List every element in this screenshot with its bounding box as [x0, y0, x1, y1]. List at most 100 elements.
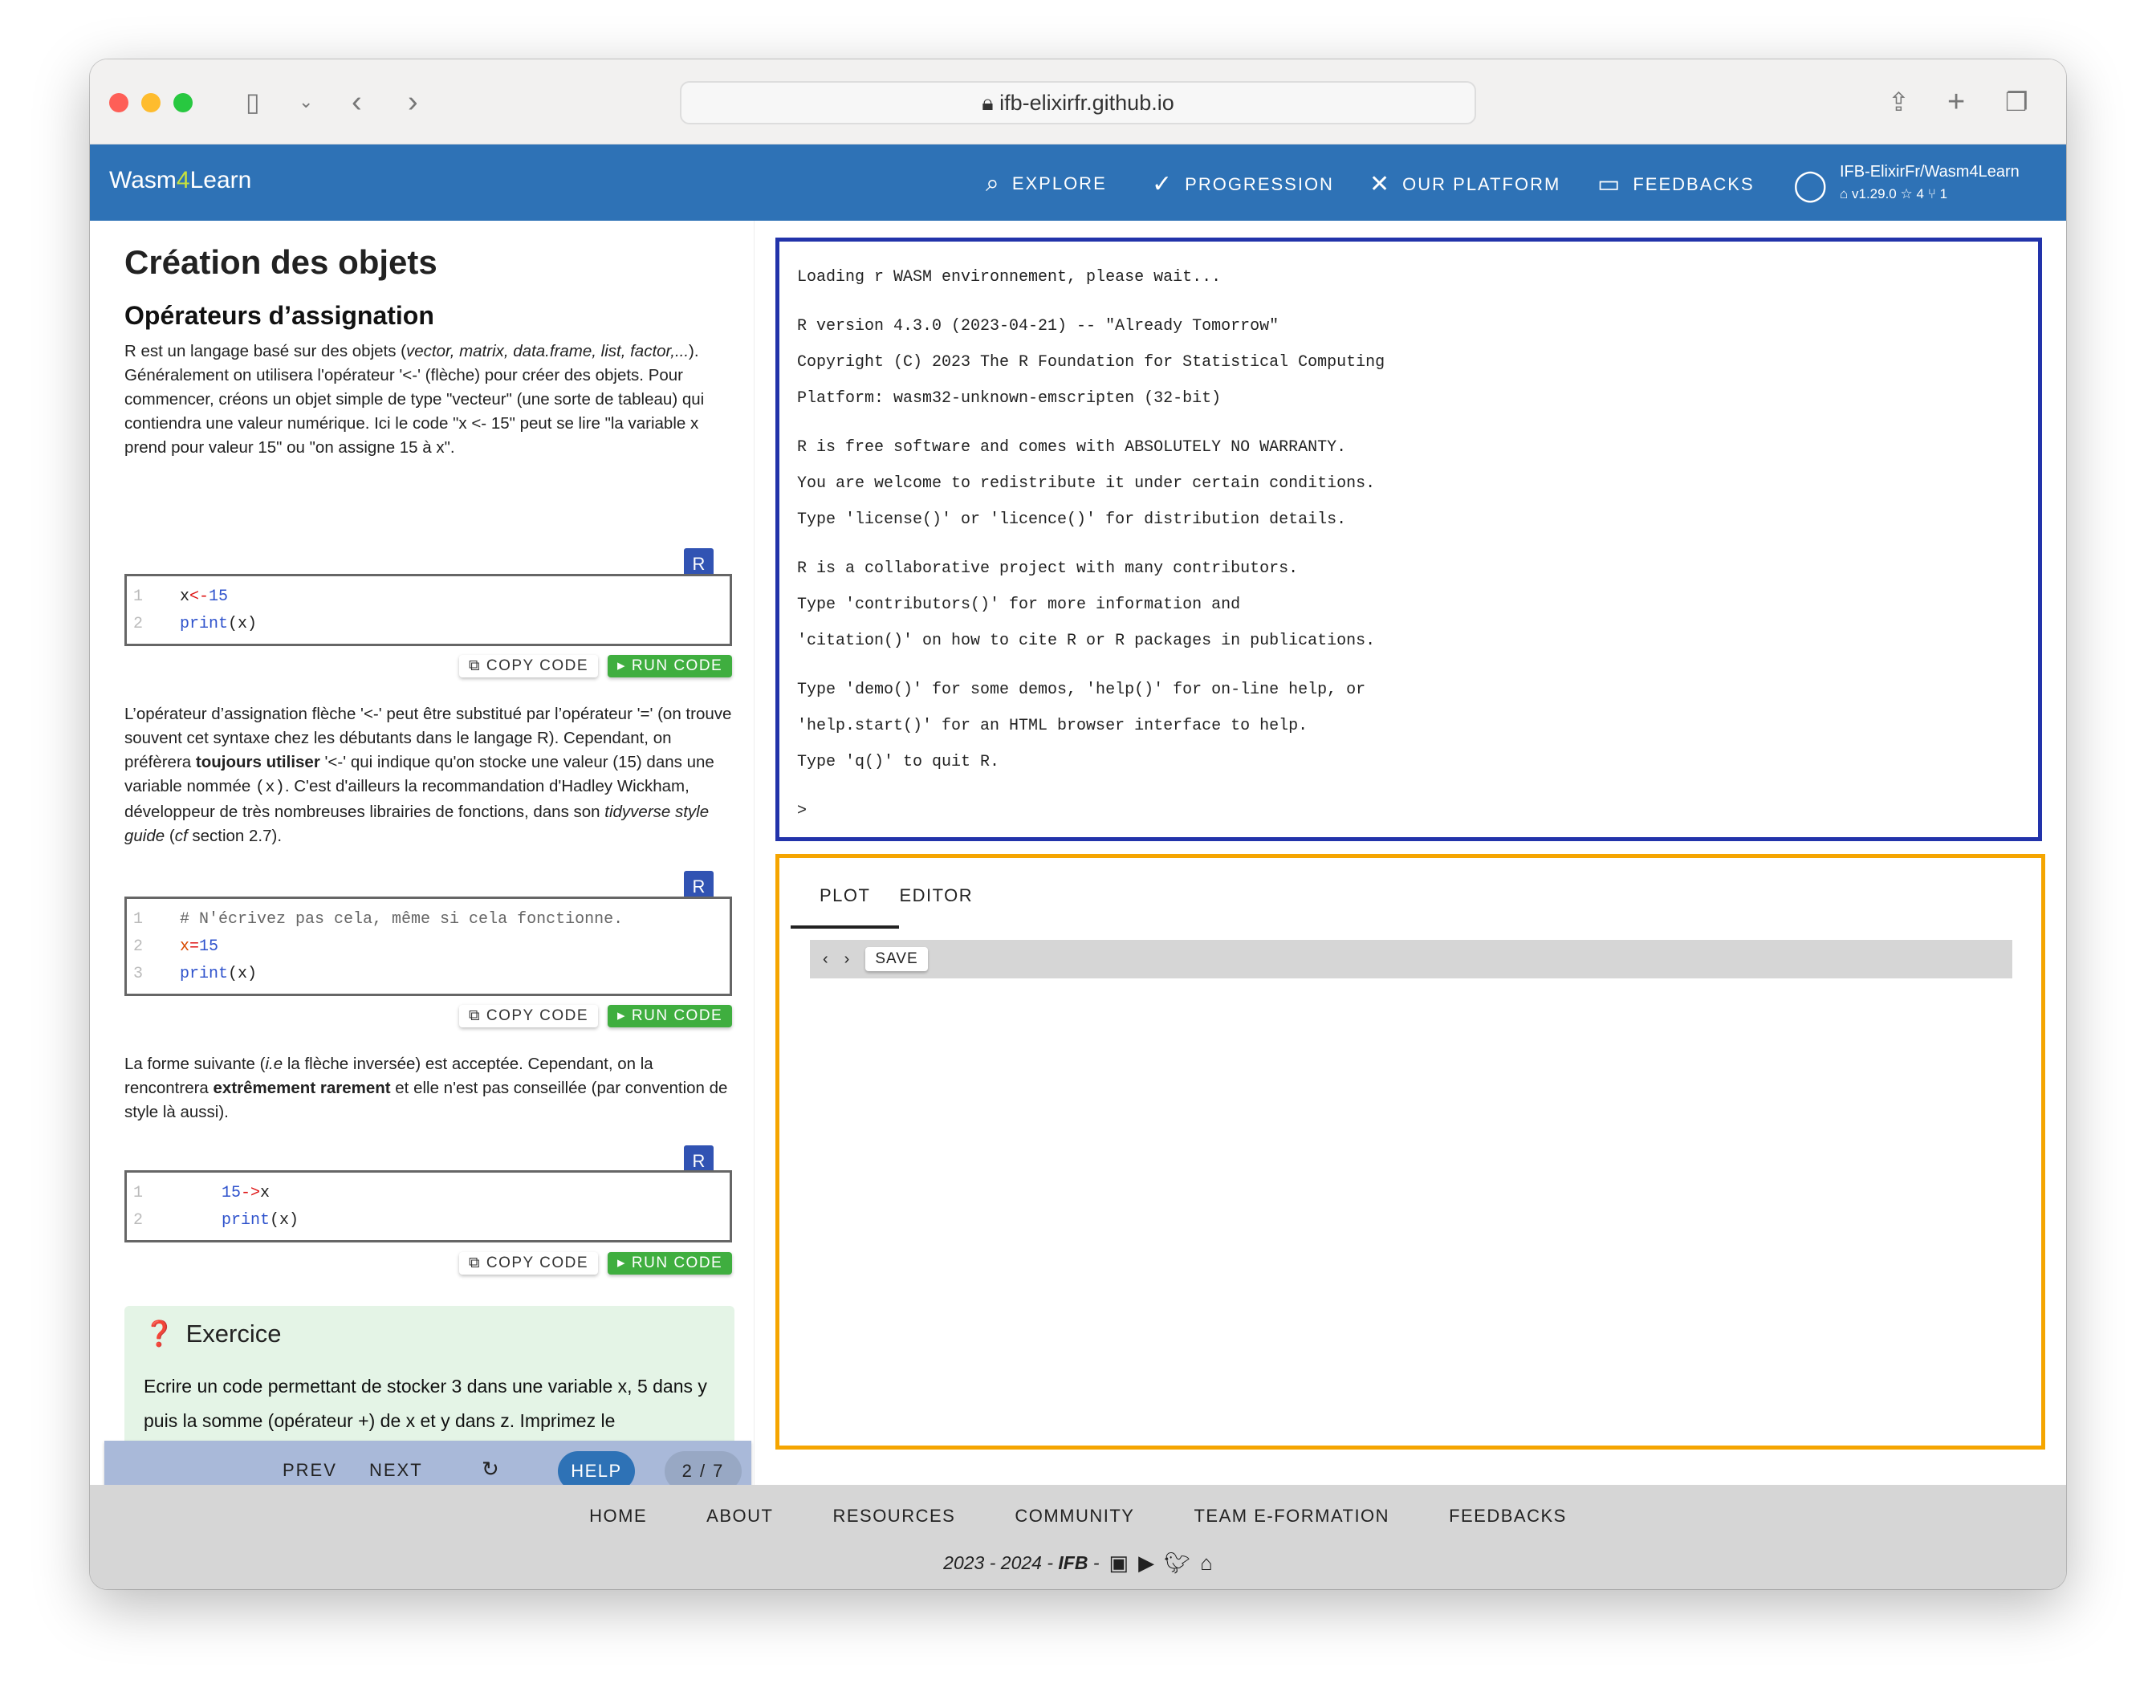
browser-toolbar: ▯ ⌄ ‹ › 🔒︎ ifb-elixirfr.github.io ⇪ + ❐: [90, 59, 2066, 144]
github-repo-link[interactable]: IFB-ElixirFr/Wasm4Learn ⌂ v1.29.0 ☆ 4 ⑂ …: [1840, 161, 2020, 205]
line-number: 1: [133, 1183, 144, 1202]
code-token: 15: [222, 1183, 242, 1202]
footer-link-resources[interactable]: RESOURCES: [832, 1506, 955, 1527]
nav-feedbacks[interactable]: ▭ FEEDBACKS: [1597, 170, 1755, 198]
lock-icon: 🔒︎: [982, 91, 1000, 115]
home-icon[interactable]: ⌂: [1200, 1551, 1213, 1576]
new-tab-icon[interactable]: +: [1947, 83, 1965, 120]
button-label: COPY CODE: [486, 657, 589, 674]
console-line: Type 'license()' or 'licence()' for dist…: [797, 510, 1347, 529]
copy-code-button[interactable]: ⧉ COPY CODE: [459, 1005, 599, 1027]
code-token: 15: [209, 587, 229, 606]
repo-version: v1.29.0: [1852, 186, 1897, 201]
share-icon[interactable]: ⇪: [1888, 83, 1910, 120]
button-label: RUN CODE: [631, 1255, 723, 1271]
repo-name: IFB-ElixirFr/Wasm4Learn: [1840, 163, 2020, 181]
page-title: Création des objets: [124, 243, 437, 281]
maximize-window-button[interactable]: [173, 93, 193, 112]
line-number: 2: [133, 614, 144, 633]
fork-icon: ⑂: [1927, 186, 1936, 201]
nav-label: OUR PLATFORM: [1402, 173, 1561, 194]
forward-icon[interactable]: ›: [408, 83, 418, 120]
github-icon[interactable]: ◯: [1793, 167, 1828, 203]
code-token: x: [260, 1183, 271, 1202]
question-head-icon: ❓: [144, 1320, 175, 1348]
console-line: Type 'contributors()' for more informati…: [797, 596, 1241, 614]
code-token: x: [180, 937, 190, 956]
code-token: x: [180, 587, 190, 606]
tab-editor[interactable]: EDITOR: [899, 866, 1002, 929]
tabs-overview-icon[interactable]: ❐: [2005, 83, 2028, 120]
next-plot-button[interactable]: ›: [844, 950, 850, 969]
code-token: (x): [270, 1210, 299, 1230]
console-line: 'help.start()' for an HTML browser inter…: [797, 717, 1308, 735]
play-icon: ▸: [617, 657, 632, 674]
star-icon: ☆: [1900, 186, 1913, 201]
code-block-3[interactable]: 1 15 -> x 2 print (x): [124, 1170, 732, 1242]
code-block-2[interactable]: 1 # N'écrivez pas cela, même si cela fonc…: [124, 897, 732, 996]
prev-plot-button[interactable]: ‹: [823, 950, 828, 969]
console-line: Platform: wasm32-unknown-emscripten (32-…: [797, 389, 1222, 408]
nav-explore[interactable]: ⌕ EXPLORE: [986, 170, 1107, 197]
line-number: 1: [133, 587, 144, 606]
search-icon: ⌕: [986, 170, 1001, 197]
tag-icon: ⌂: [1840, 186, 1852, 201]
youtube-icon[interactable]: ▶: [1138, 1551, 1154, 1576]
linkedin-icon[interactable]: ▣: [1109, 1551, 1129, 1576]
close-window-button[interactable]: [109, 93, 128, 112]
line-number: 1: [133, 909, 144, 929]
save-plot-button[interactable]: SAVE: [865, 947, 928, 971]
code-token: print: [180, 614, 229, 633]
tools-icon: ✕: [1369, 171, 1392, 197]
url-text: ifb-elixirfr.github.io: [999, 91, 1174, 115]
code-token: (x): [228, 964, 258, 983]
copy-code-button[interactable]: ⧉ COPY CODE: [459, 655, 599, 677]
code-token: print: [222, 1210, 271, 1230]
code-token: (x): [228, 614, 258, 633]
copyright-org: IFB: [1058, 1552, 1088, 1573]
chevron-down-icon[interactable]: ⌄: [299, 83, 313, 120]
console-line: Type 'q()' to quit R.: [797, 753, 1000, 771]
minimize-window-button[interactable]: [141, 93, 161, 112]
text: section 2.7).: [187, 827, 283, 845]
tab-plot[interactable]: PLOT: [791, 866, 900, 929]
twitter-icon[interactable]: 🐦︎: [1164, 1551, 1190, 1576]
footer-link-home[interactable]: HOME: [589, 1506, 647, 1527]
brand-text: Learn: [189, 167, 252, 193]
code-block-1[interactable]: 1 x <- 15 2 print (x): [124, 574, 732, 646]
footer-link-team[interactable]: TEAM E-FORMATION: [1194, 1506, 1389, 1527]
copy-code-button[interactable]: ⧉ COPY CODE: [459, 1252, 599, 1275]
run-code-button[interactable]: ▸ RUN CODE: [608, 1252, 733, 1275]
sidebar-toggle-icon[interactable]: ▯: [246, 83, 260, 120]
nav-progression[interactable]: ✓ PROGRESSION: [1152, 170, 1334, 198]
nav-our-platform[interactable]: ✕ OUR PLATFORM: [1369, 170, 1560, 198]
footer-link-about[interactable]: ABOUT: [706, 1506, 773, 1527]
text: vector, matrix, data.frame, list, factor…: [406, 342, 690, 360]
address-bar[interactable]: 🔒︎ ifb-elixirfr.github.io: [680, 81, 1476, 124]
console-line: >: [797, 802, 807, 820]
repo-stars: 4: [1916, 186, 1924, 201]
run-code-button[interactable]: ▸ RUN CODE: [608, 1005, 733, 1027]
app-header: Wasm4Learn ⌕ EXPLORE ✓ PROGRESSION ✕ OUR PL…: [90, 144, 2066, 221]
play-icon: ▸: [617, 1007, 632, 1024]
footer-link-feedbacks[interactable]: FEEDBACKS: [1449, 1506, 1567, 1527]
exercise-title: Exercice: [185, 1319, 282, 1348]
copyright-years: 2023 - 2024 -: [943, 1552, 1059, 1573]
play-icon: ▸: [617, 1255, 632, 1271]
code-token: print: [180, 964, 229, 983]
footer-link-community[interactable]: COMMUNITY: [1015, 1506, 1134, 1527]
separator: -: [1088, 1552, 1100, 1573]
browser-window: ▯ ⌄ ‹ › 🔒︎ ifb-elixirfr.github.io ⇪ + ❐ …: [90, 59, 2066, 1589]
footer: HOME ABOUT RESOURCES COMMUNITY TEAM E-FO…: [90, 1485, 2066, 1589]
back-icon[interactable]: ‹: [352, 83, 362, 120]
copy-icon: ⧉: [469, 1007, 486, 1024]
run-code-button[interactable]: ▸ RUN CODE: [608, 655, 733, 677]
console-line: R version 4.3.0 (2023-04-21) -- "Already…: [797, 317, 1279, 336]
brand-logo[interactable]: Wasm4Learn: [109, 167, 251, 194]
reset-icon[interactable]: ↻: [482, 1457, 501, 1482]
r-console[interactable]: Loading r WASM environnement, please wai…: [775, 238, 2042, 841]
next-button[interactable]: NEXT: [369, 1460, 423, 1481]
prev-button[interactable]: PREV: [283, 1460, 337, 1481]
console-line: R is free software and comes with ABSOLU…: [797, 438, 1347, 457]
button-label: RUN CODE: [631, 1007, 723, 1024]
